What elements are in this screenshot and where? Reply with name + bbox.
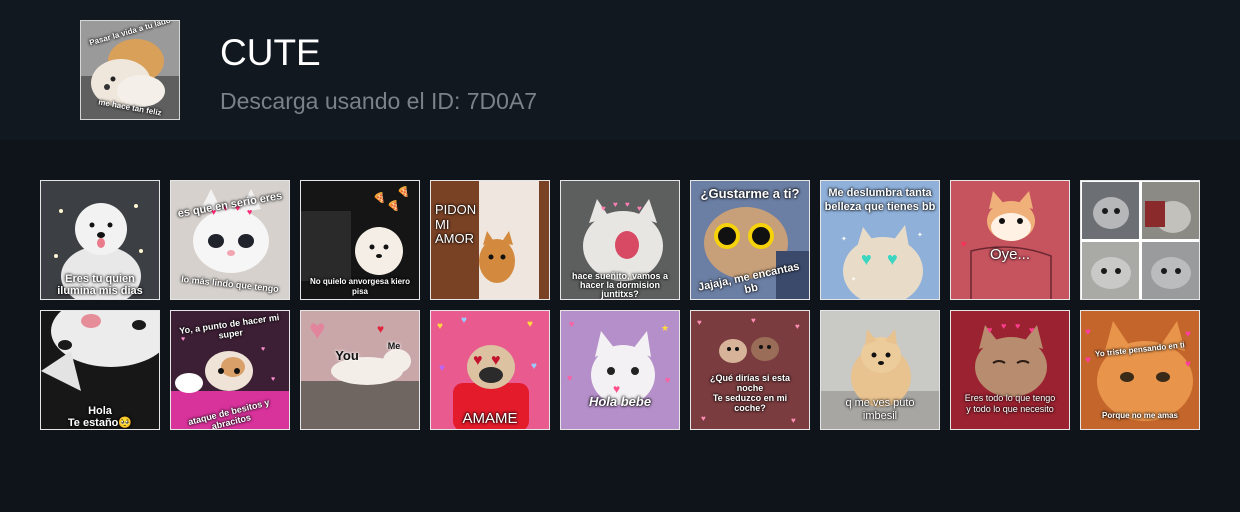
- svg-text:♥: ♥: [987, 325, 992, 335]
- sticker-14[interactable]: ♥ ★ ♥ ♥ ♥ Hola bebe: [560, 310, 680, 430]
- svg-text:♥: ♥: [625, 200, 630, 209]
- sticker-4[interactable]: PIDON MI AMOR: [430, 180, 550, 300]
- sticker-cat-drawing-icon: ♥: [951, 181, 1069, 299]
- sticker-cat-lying-icon: ♥ ♥: [301, 311, 419, 429]
- sticker-10-text-2: Te estaño🥺: [67, 417, 133, 429]
- svg-text:♥: ♥: [795, 322, 800, 331]
- svg-text:♥: ♥: [637, 204, 642, 213]
- sticker-4-text-1: PIDON: [435, 202, 477, 217]
- sticker-1[interactable]: Eres tu quien ilumina mis dias: [40, 180, 160, 300]
- sticker-11[interactable]: ♥ ♥ ♥ Yo, a punto de hacer mi super ataque…: [170, 310, 290, 430]
- svg-text:♥: ♥: [613, 200, 618, 209]
- sticker-3[interactable]: 🍕 🍕 🍕 No quielo anvorgesa kiero pisa: [300, 180, 420, 300]
- svg-text:♥: ♥: [1185, 359, 1191, 370]
- svg-text:♥: ♥: [665, 375, 670, 385]
- sticker-1-text-1: Eres tu quien: [65, 273, 135, 285]
- sticker-3-text-1: No quielo anvorgesa kiero pisa: [309, 277, 411, 296]
- svg-text:🍕: 🍕: [373, 191, 385, 204]
- sticker-18-text-2: Porque no me amas: [1101, 411, 1179, 420]
- svg-text:♥: ♥: [309, 314, 326, 345]
- svg-text:♥: ♥: [1015, 321, 1020, 331]
- sticker-white-cat-hearts-icon: ♥ ★♥ ♥ ♥: [561, 311, 679, 429]
- sticker-5-text-3: juntitxs?: [601, 289, 639, 299]
- sticker-8[interactable]: ♥ Oye...: [950, 180, 1070, 300]
- sticker-12-text-1: You: [335, 348, 359, 363]
- svg-text:♥: ♥: [601, 204, 606, 213]
- sticker-16-text-1: q me ves puto: [845, 397, 915, 409]
- sticker-13-text-1: AMAME: [462, 410, 518, 427]
- svg-text:♥: ♥: [261, 346, 265, 353]
- svg-text:✦: ✦: [917, 231, 923, 239]
- sticker-10[interactable]: Hola Te estaño🥺: [40, 310, 160, 430]
- sticker-16[interactable]: q me ves puto imbesil: [820, 310, 940, 430]
- sticker-12[interactable]: ♥ ♥ You Me: [300, 310, 420, 430]
- sticker-15[interactable]: ♥ ♥ ♥ ♥ ♥ ¿Qué dirías si esta noche Te seduz…: [690, 310, 810, 430]
- svg-text:♥: ♥: [697, 318, 702, 327]
- sticker-6[interactable]: ¿Gustarme a ti? Jajaja, me encantas bb: [690, 180, 810, 300]
- svg-text:♥: ♥: [1085, 327, 1091, 338]
- sticker-15-text-2: noche: [736, 383, 764, 393]
- sticker-7-text-2: belleza que tienes bb: [824, 201, 936, 213]
- svg-text:♥: ♥: [531, 361, 537, 372]
- sticker-6-text-1: ¿Gustarme a ti?: [700, 186, 800, 201]
- sticker-15-text-4: coche?: [734, 403, 766, 413]
- sticker-17-text-1: Eres todo lo que tengo: [964, 393, 1056, 403]
- svg-text:♥: ♥: [751, 316, 756, 325]
- sticker-14-text-1: Hola bebe: [588, 394, 652, 409]
- pack-header: Pasar la vida a tu lado me hace tan feli…: [0, 0, 1240, 140]
- svg-text:♥: ♥: [527, 319, 533, 330]
- sticker-15-text-1: ¿Qué dirías si esta: [709, 373, 791, 383]
- svg-text:♥: ♥: [439, 363, 445, 374]
- svg-text:♥: ♥: [247, 207, 252, 217]
- sticker-4-text-2: MI AMOR: [435, 217, 474, 246]
- svg-text:♥: ♥: [473, 352, 483, 369]
- sticker-four-cats-icon: [1081, 181, 1199, 299]
- sticker-18[interactable]: ♥ ♥ ♥ ♥ Yo triste pensando en ti Porque no …: [1080, 310, 1200, 430]
- svg-text:✦: ✦: [851, 276, 856, 283]
- svg-text:♥: ♥: [461, 315, 467, 326]
- sticker-8-text-1: Oye...: [989, 246, 1030, 263]
- svg-text:♥: ♥: [377, 322, 384, 336]
- sticker-16-text-2: imbesil: [862, 410, 898, 422]
- svg-text:♥: ♥: [1029, 325, 1034, 335]
- svg-text:♥: ♥: [491, 352, 501, 369]
- svg-text:★: ★: [661, 323, 669, 333]
- sticker-1-text-2: ilumina mis dias: [57, 285, 143, 297]
- svg-text:♥: ♥: [437, 321, 443, 332]
- sticker-17[interactable]: ♥ ♥ ♥ ♥ Eres todo lo que tengo y todo lo qu…: [950, 310, 1070, 430]
- svg-text:♥: ♥: [887, 249, 898, 269]
- pack-download-id: Descarga usando el ID: 7D0A7: [220, 88, 538, 114]
- sticker-5[interactable]: ♥ ♥ ♥ ♥ hace sueñito, vamos a hacer la dorm…: [560, 180, 680, 300]
- sticker-2[interactable]: ♥ ♥ ♥ ♥ es que en serio eres lo más lindo q…: [170, 180, 290, 300]
- svg-text:🍕: 🍕: [397, 185, 409, 198]
- svg-text:♥: ♥: [567, 373, 572, 383]
- svg-text:🍕: 🍕: [387, 199, 399, 212]
- pack-title: CUTE: [220, 32, 321, 73]
- svg-text:♥: ♥: [569, 319, 574, 329]
- svg-text:♥: ♥: [1185, 329, 1191, 340]
- pack-cover-image[interactable]: Pasar la vida a tu lado me hace tan feli…: [80, 20, 180, 120]
- sticker-10-text-1: Hola: [88, 405, 112, 417]
- sticker-17-text-2: y todo lo que necesito: [966, 404, 1054, 414]
- sticker-9[interactable]: [1080, 180, 1200, 300]
- svg-text:♥: ♥: [1001, 321, 1006, 331]
- sticker-7-text-1: Me deslumbra tanta: [828, 187, 932, 199]
- svg-text:♥: ♥: [701, 414, 706, 423]
- sticker-12-text-2: Me: [387, 341, 401, 351]
- svg-text:♥: ♥: [271, 376, 275, 383]
- svg-text:♥: ♥: [861, 249, 872, 269]
- sticker-15-text-3: Te seduzco en mi: [712, 393, 788, 403]
- svg-text:✦: ✦: [841, 235, 847, 243]
- svg-text:♥: ♥: [791, 416, 796, 425]
- sticker-7[interactable]: ♥ ♥ ✦ ✦ ✦ Me deslumbra tanta belleza que ti…: [820, 180, 940, 300]
- sticker-13[interactable]: ♥ ♥ ♥ ♥ ♥ ♥ ♥ AMAME: [430, 310, 550, 430]
